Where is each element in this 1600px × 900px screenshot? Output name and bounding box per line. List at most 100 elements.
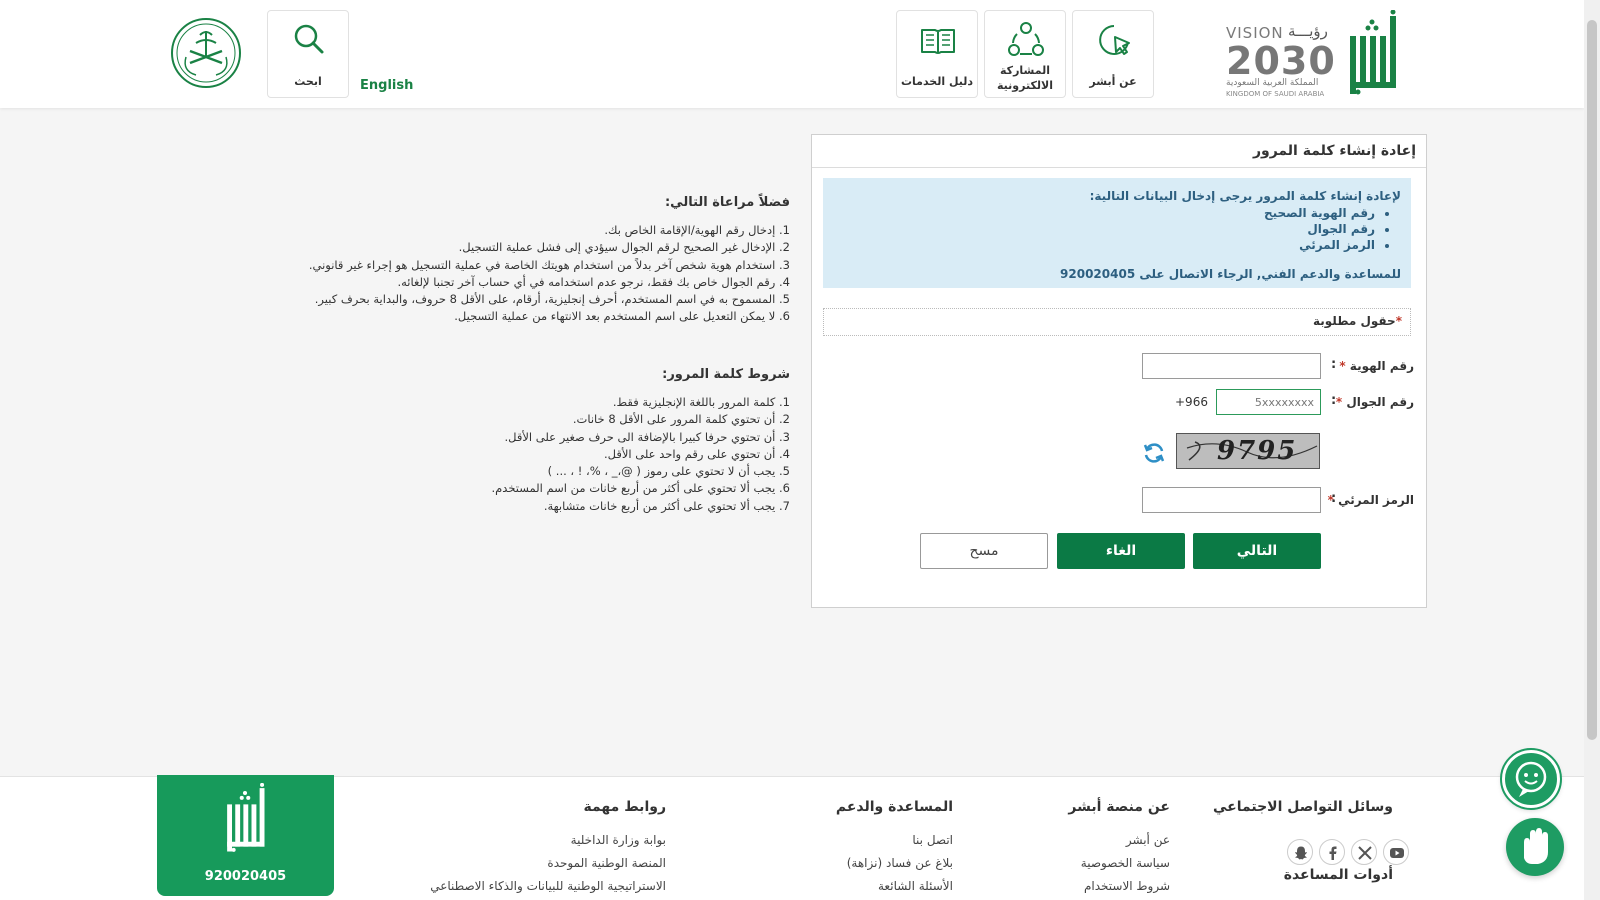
- required-star: *: [1395, 314, 1402, 328]
- footer-absher-card: 920020405: [157, 775, 334, 896]
- search-icon: [294, 24, 324, 54]
- vision-sub-ar: المملكة العربية السعودية: [1226, 78, 1319, 88]
- list-item: 1. كلمة المرور باللغة الإنجليزية فقط.: [612, 395, 790, 409]
- footer-important-links: روابط مهمة بوابة وزارة الداخلية المنصة ا…: [346, 799, 666, 898]
- visual-code-input[interactable]: [1142, 487, 1321, 513]
- list-item: 1. إدخال رقم الهوية/الإقامة الخاص بك.: [604, 223, 790, 237]
- footer-phone: 920020405: [204, 869, 287, 884]
- required-fields-note: *حقول مطلوبة: [823, 308, 1411, 336]
- footer-link-faq[interactable]: الأسئلة الشائعة: [753, 875, 953, 898]
- nav-about-label: عن أبشر: [1089, 75, 1137, 88]
- snapchat-icon[interactable]: [1287, 839, 1313, 865]
- list-item: 4. رقم الجوال خاص بك فقط، نرجو عدم استخد…: [397, 274, 790, 289]
- panel-title: إعادة إنشاء كلمة المرور: [1252, 143, 1416, 159]
- x-icon[interactable]: [1351, 839, 1377, 865]
- nav-services-guide[interactable]: دليل الخدمات: [896, 10, 978, 98]
- footer-link-nazaha[interactable]: بلاغ عن فساد (نزاهة): [753, 852, 953, 875]
- info-item-captcha: الرمز المرئي: [833, 237, 1375, 253]
- absher-logo-icon[interactable]: [1340, 10, 1404, 98]
- footer-link-sdaia[interactable]: الاستراتيجية الوطنية للبيانات والذكاء ال…: [346, 875, 666, 898]
- footer-link-contact[interactable]: اتصل بنا: [753, 829, 953, 852]
- network-share-icon: [1008, 22, 1044, 56]
- scrollbar-thumb[interactable]: [1587, 20, 1597, 740]
- reset-password-panel: إعادة إنشاء كلمة المرور لإعادة إنشاء كلم…: [811, 134, 1427, 608]
- footer-link-terms[interactable]: شروط الاستخدام: [970, 875, 1170, 898]
- saudi-emblem-icon: [171, 18, 241, 88]
- mobile-colon: :: [1331, 393, 1337, 408]
- id-colon: :: [1331, 357, 1337, 372]
- english-language-link[interactable]: English: [360, 78, 413, 93]
- password-rules: شروط كلمة المرور: 1. كلمة المرور باللغة …: [250, 367, 790, 515]
- required-note-text: حقول مطلوبة: [1312, 314, 1396, 328]
- list-item: 6. لا يمكن التعديل على اسم المستخدم بعد …: [454, 309, 790, 324]
- chat-bot-icon: [1515, 761, 1547, 797]
- list-item: 5. يجب أن لا تحتوي على رموز ( @،_ ، %، !…: [547, 464, 790, 479]
- cursor-circle-icon: [1099, 25, 1130, 55]
- footer-about-title: عن منصة أبشر: [1068, 799, 1170, 815]
- sign-language-button[interactable]: [1506, 818, 1564, 876]
- youtube-icon[interactable]: [1383, 839, 1409, 865]
- site-header: VISION رؤيـــة 2030 المملكة العربية السع…: [0, 0, 1584, 108]
- panel-divider: [812, 167, 1426, 168]
- mobile-label-text: رقم الجوال: [1346, 395, 1414, 409]
- footer-tools-title: أدوات المساعدة: [1283, 867, 1393, 883]
- footer-link-moi[interactable]: بوابة وزارة الداخلية: [346, 829, 666, 852]
- visual-code-colon: :: [1331, 491, 1337, 506]
- info-intro: لإعادة إنشاء كلمة المرور يرجى إدخال البي…: [1089, 189, 1401, 203]
- footer-social: وسائل التواصل الاجتماعي: [1193, 799, 1393, 829]
- general-notes: فضلاً مراعاة التالي: 1. إدخال رقم الهوية…: [250, 195, 790, 326]
- general-notes-list: 1. إدخال رقم الهوية/الإقامة الخاص بك. 2.…: [250, 222, 790, 326]
- sign-language-icon: [1524, 828, 1548, 864]
- list-item: 7. يجب ألا تحتوي على أكثر من أربع خانات …: [543, 498, 790, 513]
- cancel-button[interactable]: الغاء: [1057, 533, 1185, 569]
- footer-tools: أدوات المساعدة: [1193, 867, 1393, 897]
- site-footer: وسائل التواصل الاجتماعي أدوات المساعدة ع…: [0, 775, 1584, 900]
- mobile-input[interactable]: [1216, 389, 1321, 415]
- footer-support-title: المساعدة والدعم: [835, 799, 953, 815]
- search-button[interactable]: ابحث: [267, 10, 349, 98]
- vision-year: 2030: [1226, 39, 1336, 83]
- mobile-prefix: +966: [1175, 395, 1208, 409]
- footer-about-absher: عن منصة أبشر عن أبشر سياسة الخصوصية شروط…: [970, 799, 1170, 898]
- footer-absher-logo-icon: [227, 783, 265, 852]
- info-item-id: رقم الهوية الصحيح: [833, 205, 1375, 221]
- info-list: رقم الهوية الصحيح رقم الجوال الرمز المرئ…: [833, 205, 1401, 253]
- footer-link-national-platform[interactable]: المنصة الوطنية الموحدة: [346, 852, 666, 875]
- support-text: للمساعدة والدعم الفني, الرجاء الاتصال عل…: [1060, 267, 1401, 281]
- next-button[interactable]: التالي: [1193, 533, 1321, 569]
- list-item: 4. أن تحتوي على رقم واحد على الأقل.: [604, 446, 790, 461]
- general-notes-title: فضلاً مراعاة التالي:: [664, 195, 790, 210]
- footer-social-title: وسائل التواصل الاجتماعي: [1213, 799, 1393, 815]
- mobile-required-star: *: [1335, 395, 1343, 409]
- footer-link-privacy[interactable]: سياسة الخصوصية: [970, 852, 1170, 875]
- vision-2030-logo: VISION رؤيـــة 2030 المملكة العربية السع…: [1226, 20, 1336, 100]
- visual-code-label-text: الرمز المرئي: [1338, 493, 1414, 507]
- list-item: 6. يجب ألا تحتوي على أكثر من أربع خانات …: [491, 481, 790, 496]
- nav-about-absher[interactable]: عن أبشر: [1072, 10, 1154, 98]
- nav-e-participation[interactable]: المشاركة الالكترونية: [984, 10, 1066, 98]
- password-rules-title: شروط كلمة المرور:: [662, 367, 790, 382]
- vision-sub-en: KINGDOM OF SAUDI ARABIA: [1226, 90, 1325, 98]
- list-item: 2. أن تحتوي كلمة المرور على الأقل 8 خانا…: [572, 412, 790, 427]
- page-scrollbar[interactable]: [1584, 0, 1600, 900]
- refresh-captcha-icon[interactable]: [1142, 441, 1166, 465]
- id-number-input[interactable]: [1142, 353, 1321, 379]
- footer-link-about[interactable]: عن أبشر: [970, 829, 1170, 852]
- list-item: 2. الإدخال غير الصحيح لرقم الجوال سيؤدي …: [458, 240, 790, 255]
- mobile-label: رقم الجوال *: [1336, 395, 1414, 409]
- id-number-label-text: رقم الهوية: [1349, 359, 1414, 373]
- list-item: 3. أن تحتوي حرفا كبيرا بالإضافة الى حرف …: [504, 429, 790, 444]
- search-label: ابحث: [294, 75, 322, 88]
- chat-assistant-button[interactable]: [1500, 748, 1562, 810]
- info-item-mobile: رقم الجوال: [833, 221, 1375, 237]
- list-item: 3. استخدام هوية شخص آخر بدلاً من استخدام…: [308, 257, 790, 272]
- footer-support: المساعدة والدعم اتصل بنا بلاغ عن فساد (ن…: [753, 799, 953, 898]
- list-item: 5. المسموح به في اسم المستخدم، أحرف إنجل…: [314, 292, 790, 307]
- id-required-star: *: [1339, 359, 1346, 373]
- facebook-icon[interactable]: [1319, 839, 1345, 865]
- captcha-image: 9795: [1176, 433, 1320, 469]
- captcha-text: 9795: [1217, 436, 1298, 466]
- clear-button[interactable]: مسح: [920, 533, 1048, 569]
- vision-arabic: رؤيـــة: [1288, 22, 1328, 40]
- nav-services-guide-label: دليل الخدمات: [900, 75, 974, 88]
